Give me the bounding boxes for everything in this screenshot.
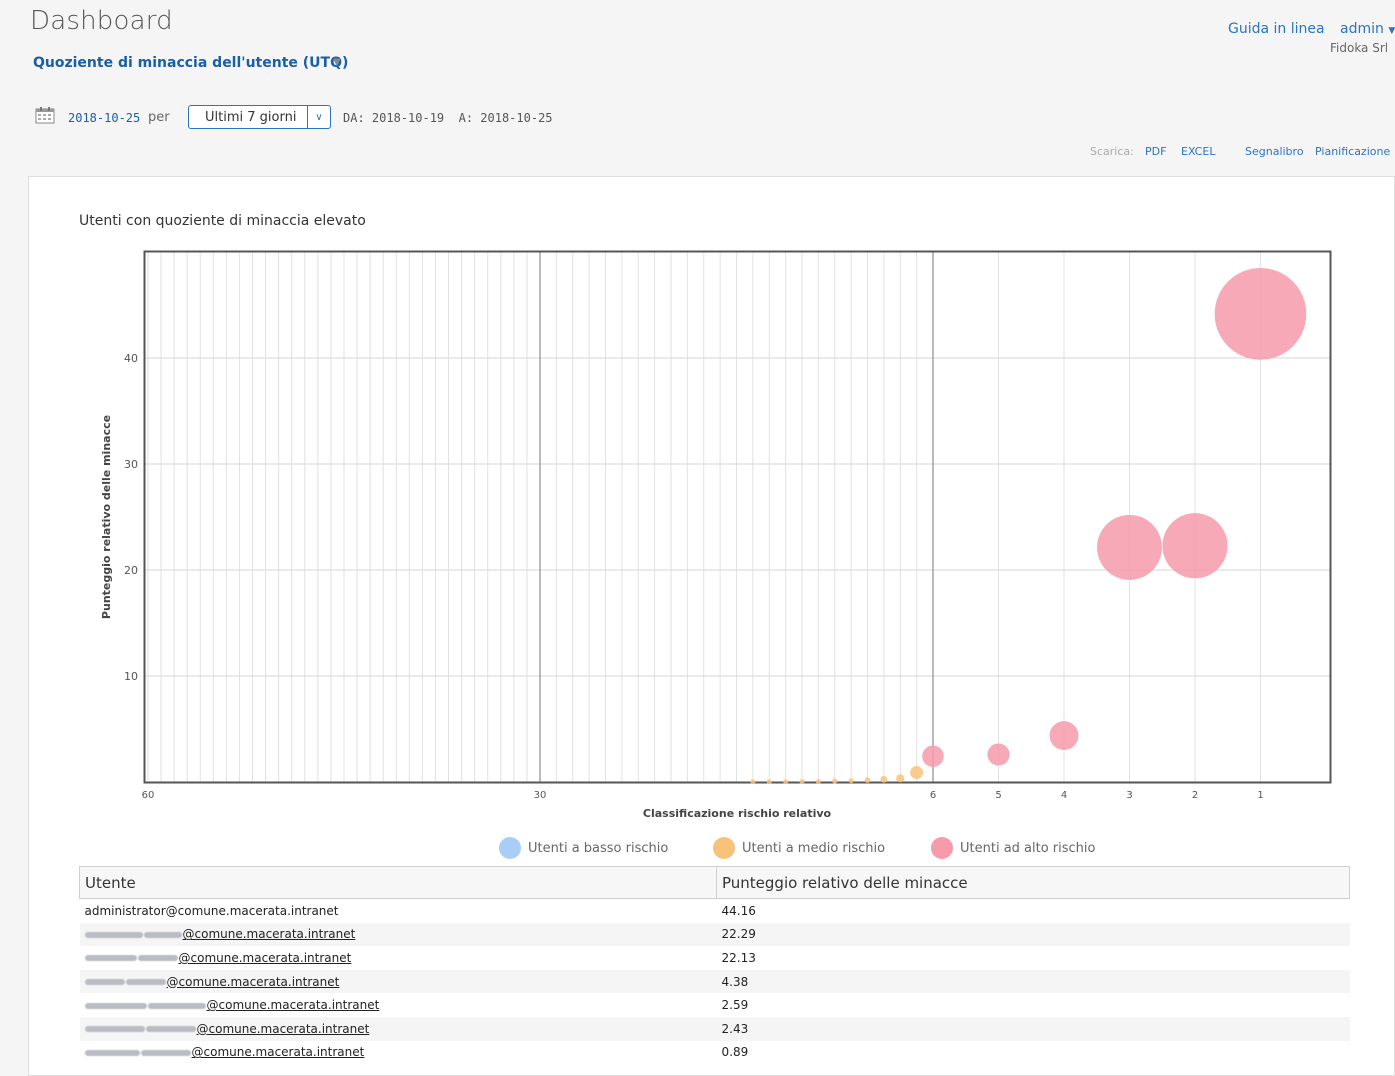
legend-label: Utenti ad alto rischio [960,840,1096,856]
redacted-name [147,1002,206,1009]
table-row: @comune.macerata.intranet 22.29 [79,922,1350,947]
redacted-name [84,1049,140,1056]
score-cell: 0.89 [721,1045,749,1060]
data-point-bubble [766,779,772,785]
user-cell[interactable]: @comune.macerata.intranet [79,1016,717,1041]
data-point-bubble [1162,513,1228,579]
redacted-name [84,955,137,962]
data-point-bubble [864,777,871,784]
score-cell: 44.16 [721,903,756,918]
table-row: @comune.macerata.intranet 4.38 [79,969,1350,994]
y-axis-label: Punteggio relativo delle minacce [100,415,113,619]
data-point-bubble [910,766,924,780]
user-domain: @comune.macerata.intranet [191,1045,365,1060]
redacted-name [137,955,178,962]
table-row: @comune.macerata.intranet 0.89 [80,1041,1350,1065]
redacted-name [84,979,125,986]
bubble-chart: 10 20 30 40 60 30 6 5 4 3 2 1 Punteggio relativo de… [100,250,1332,820]
redacted-name [143,931,182,938]
table-row: administrator@comune.macerata.intranet 4… [80,899,1350,923]
user-cell[interactable]: administrator@comune.macerata.intranet [80,899,717,923]
data-point-bubble [799,779,805,785]
score-cell: 22.13 [721,950,756,965]
x-axis-label: Classificazione rischio relativo [643,807,832,820]
data-point-bubble [896,774,905,783]
x-tick-label: 60 [142,790,155,801]
user-domain: @comune.macerata.intranet [178,950,352,965]
user-domain: @comune.macerata.intranet [196,1021,370,1036]
user-cell[interactable]: @comune.macerata.intranet [79,922,717,947]
user-cell[interactable]: @comune.macerata.intranet [79,969,717,994]
data-point-bubble [848,778,854,784]
table-row: @comune.macerata.intranet 2.43 [79,1016,1350,1041]
column-header-score[interactable]: Punteggio relativo delle minacce [716,866,1350,899]
data-point-bubble [1214,268,1307,360]
user-domain: @comune.macerata.intranet [182,927,356,942]
legend-high-risk[interactable]: Utenti ad alto rischio [931,837,1095,859]
legend-swatch [499,837,521,859]
data-point-bubble [922,745,944,767]
x-tick-label: 3 [1126,790,1132,801]
data-point-bubble [815,778,821,784]
y-tick-label: 30 [124,458,138,471]
score-cell: 2.59 [721,998,749,1013]
table-row: @comune.macerata.intranet 2.59 [80,993,1350,1017]
x-tick-label: 30 [534,790,547,801]
user-cell[interactable]: @comune.macerata.intranet [80,946,717,970]
redacted-name [84,1002,147,1009]
redacted-name [84,931,143,938]
y-tick-label: 20 [124,564,138,577]
data-point-bubble [880,775,888,783]
data-point-bubble [1049,721,1079,751]
table-row: @comune.macerata.intranet 22.13 [80,946,1350,970]
y-tick-label: 10 [124,670,138,683]
redacted-name [125,979,166,986]
y-tick-label: 40 [124,352,138,365]
x-tick-label: 6 [930,790,936,801]
score-cell: 22.29 [716,922,1350,947]
redacted-name [140,1049,191,1056]
legend-low-risk[interactable]: Utenti a basso rischio [499,837,668,859]
x-tick-label: 4 [1061,790,1067,801]
data-point-bubble [1097,514,1162,580]
redacted-name [84,1026,145,1033]
x-tick-label: 1 [1257,790,1263,801]
x-tick-label: 5 [995,790,1001,801]
data-point-bubble [832,778,838,784]
data-point-bubble [987,743,1010,766]
legend-swatch [931,837,953,859]
user-cell[interactable]: @comune.macerata.intranet [80,993,717,1017]
data-point-bubble [750,779,756,785]
x-tick-label: 2 [1192,790,1198,801]
legend-label: Utenti a medio rischio [742,840,886,856]
column-header-user[interactable]: Utente [79,866,717,899]
legend-swatch [713,837,735,859]
user-cell[interactable]: @comune.macerata.intranet [80,1041,717,1065]
users-table: Utente Punteggio relativo delle minacce … [79,866,1350,1064]
user-domain: @comune.macerata.intranet [206,998,380,1013]
legend-medium-risk[interactable]: Utenti a medio rischio [713,837,885,859]
user-domain: @comune.macerata.intranet [166,974,340,989]
plot-frame [143,250,1332,784]
legend-label: Utenti a basso rischio [528,840,669,856]
score-cell: 4.38 [716,969,1350,994]
redacted-name [145,1026,196,1033]
score-cell: 2.43 [716,1016,1350,1041]
data-point-bubble [783,779,789,785]
